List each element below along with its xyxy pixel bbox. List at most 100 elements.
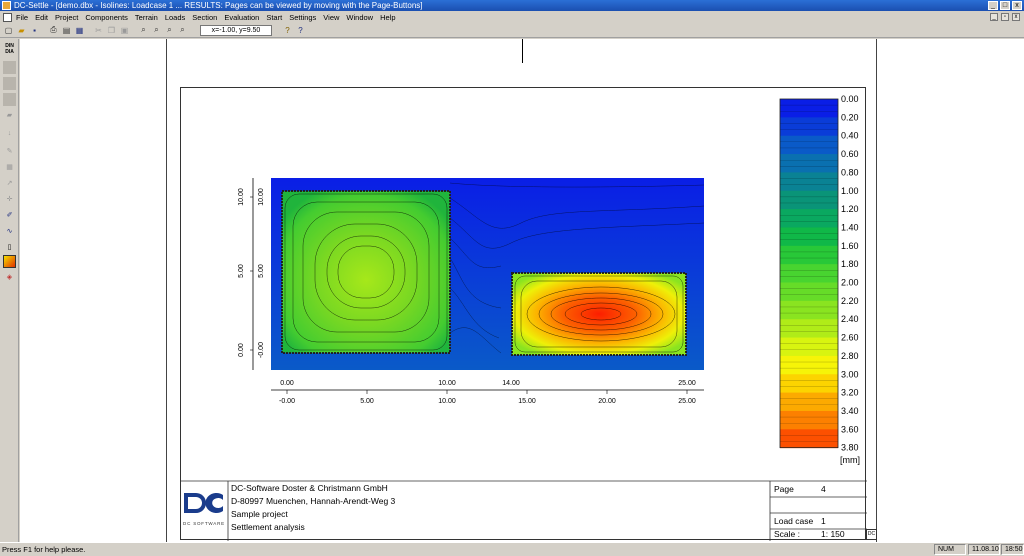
legend-color-band [780, 429, 838, 449]
legend-color-band [780, 392, 838, 412]
legend-value-label: 0.80 [841, 167, 859, 177]
x-top-tick-label: 25.00 [678, 380, 696, 387]
doc-close-button[interactable]: x [1012, 13, 1020, 21]
app-icon [2, 1, 11, 10]
foundation-tool-icon[interactable]: ▰ [3, 109, 16, 122]
page-view-icon[interactable]: ▯ [3, 241, 16, 254]
left-toolbar: DIN DIA ▰ ↓ ✎ ▦ ↗ ✛ ✐ ∿ ▯ ◈ [0, 39, 19, 542]
print-page: 10.00 5.00 0.00 10.00 5.00 -0.00 0.00 1 0… [166, 39, 877, 542]
menu-terrain[interactable]: Terrain [135, 13, 158, 22]
legend-value-label: 1.00 [841, 186, 859, 196]
status-help-text: Press F1 for help please. [2, 545, 86, 554]
menu-evaluation[interactable]: Evaluation [224, 13, 259, 22]
x-top-tick-label: 0.00 [280, 380, 294, 387]
din-norm-button[interactable]: DIN DIA [3, 43, 16, 56]
menu-window[interactable]: Window [346, 13, 373, 22]
curve-tool-icon[interactable]: ∿ [3, 225, 16, 238]
legend-value-label: 1.40 [841, 222, 859, 232]
help-icon[interactable]: ? [282, 25, 293, 36]
paste-icon[interactable]: ▣ [119, 25, 130, 36]
isoline-plot [271, 178, 705, 370]
legend: 0.00 0.20 0.40 0.60 0.80 1.00 1.20 1.40 1.60 1.80… [779, 94, 859, 453]
zoom-in-icon[interactable]: ⌕ [138, 25, 149, 36]
brush-tool-icon[interactable]: ✐ [3, 209, 16, 222]
analysis-name: Settlement analysis [231, 522, 305, 532]
legend-value-label: 2.40 [841, 314, 859, 324]
menu-bar: File Edit Project Components Terrain Loa… [0, 11, 1024, 23]
cut-mark [522, 39, 523, 63]
legend-value-label: 3.40 [841, 406, 859, 416]
company-name: DC-Software Doster & Christmann GmbH [231, 483, 388, 493]
print-icon[interactable]: ⎙ [48, 25, 59, 36]
legend-value-label: 1.80 [841, 259, 859, 269]
y-inner-tick-label: 5.00 [258, 264, 265, 278]
cut-icon[interactable]: ✂ [93, 25, 104, 36]
y-tick-label: 0.00 [238, 343, 245, 357]
legend-value-label: 0.60 [841, 149, 859, 159]
maximize-button[interactable]: □ [1000, 1, 1010, 10]
close-button[interactable]: x [1012, 1, 1022, 10]
legend-color-band [780, 264, 838, 283]
components-tool-icon[interactable] [3, 61, 16, 74]
print-preview-icon[interactable]: ▤ [61, 25, 72, 36]
grid-3d-icon[interactable]: ▦ [3, 161, 16, 174]
context-help-icon[interactable]: ? [295, 25, 306, 36]
zoom-all-icon[interactable]: ⌕ [177, 25, 188, 36]
x-top-tick-label: 14.00 [502, 380, 520, 387]
diagram-tool-icon[interactable]: ↗ [3, 177, 16, 190]
status-bar: Press F1 for help please. NUM 11.08.10 1… [0, 542, 1024, 556]
doc-restore-button[interactable]: ▫ [1001, 13, 1009, 21]
legend-value-label: 1.20 [841, 204, 859, 214]
legend-color-band [780, 190, 838, 210]
minimize-button[interactable]: _ [988, 1, 998, 10]
drawing-frame: 10.00 5.00 0.00 10.00 5.00 -0.00 0.00 1 0… [180, 87, 867, 541]
legend-value-label: 2.60 [841, 333, 859, 343]
open-icon[interactable]: ▰ [16, 25, 27, 36]
legend-color-band [780, 245, 838, 265]
menu-start[interactable]: Start [266, 13, 282, 22]
terrain-tool-icon[interactable] [3, 93, 16, 106]
x-bottom-tick-label: -0.00 [279, 398, 295, 405]
zoom-out-icon[interactable]: ⌕ [151, 25, 162, 36]
save-icon[interactable]: ▪ [29, 25, 40, 36]
copy-icon[interactable]: ❐ [106, 25, 117, 36]
menu-file[interactable]: File [16, 13, 28, 22]
section-tool-icon[interactable]: ✎ [3, 145, 16, 158]
y-axis: 10.00 5.00 0.00 10.00 5.00 -0.00 [238, 178, 265, 370]
x-bottom-tick-label: 25.00 [678, 398, 696, 405]
eraser-tool-icon[interactable]: ◈ [3, 271, 16, 284]
legend-color-band [780, 337, 838, 357]
page-label: Page [774, 484, 794, 494]
menu-help[interactable]: Help [380, 13, 395, 22]
coordinate-readout: x=-1.00, y=9.50 [200, 24, 272, 36]
loadcase-value: 1 [821, 516, 826, 526]
zoom-window-icon[interactable]: ⌕ [164, 25, 175, 36]
new-icon[interactable]: ▢ [3, 25, 14, 36]
y-tick-label: 5.00 [238, 264, 245, 278]
legend-value-label: 3.20 [841, 388, 859, 398]
x-bottom-tick-label: 15.00 [518, 398, 536, 405]
menu-project[interactable]: Project [55, 13, 78, 22]
menu-edit[interactable]: Edit [35, 13, 48, 22]
menu-section[interactable]: Section [192, 13, 217, 22]
menu-view[interactable]: View [323, 13, 339, 22]
legend-color-band [780, 172, 838, 192]
x-bottom-tick-label: 5.00 [360, 398, 374, 405]
project-name: Sample project [231, 509, 288, 519]
legend-color-band [780, 355, 838, 375]
menu-settings[interactable]: Settings [289, 13, 316, 22]
legend-value-label: 2.00 [841, 278, 859, 288]
load-arrow-icon[interactable]: ↓ [3, 127, 16, 140]
point-tool-icon[interactable]: ✛ [3, 193, 16, 206]
document-icon[interactable] [3, 12, 12, 22]
isolines-view-icon[interactable] [3, 255, 16, 268]
logo-text: DC SOFTWARE [183, 521, 225, 526]
layers-tool-icon[interactable] [3, 77, 16, 90]
page-number: 4 [821, 484, 826, 494]
menu-components[interactable]: Components [85, 13, 128, 22]
legend-value-label: 0.20 [841, 112, 859, 122]
export-icon[interactable]: ▦ [74, 25, 85, 36]
legend-color-band [780, 99, 838, 118]
menu-loads[interactable]: Loads [165, 13, 185, 22]
doc-minimize-button[interactable]: _ [990, 13, 998, 21]
